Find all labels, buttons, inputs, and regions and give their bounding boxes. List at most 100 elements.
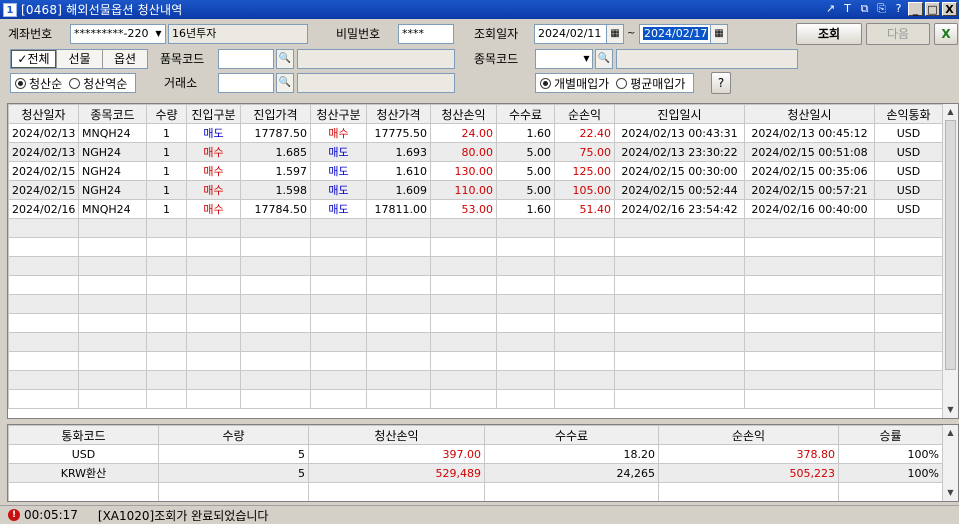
table-cell — [496, 332, 555, 352]
table-row[interactable] — [8, 237, 943, 257]
minimize-icon[interactable]: _ — [908, 2, 923, 16]
search-icon[interactable]: 🔍 — [276, 73, 294, 93]
table-cell — [310, 294, 367, 314]
help-icon[interactable]: ? — [891, 2, 906, 16]
table-row[interactable]: 2024/02/15 NGH24 1 매수 1.598 매도 1.609 110.00 5.00… — [8, 180, 943, 200]
column-header[interactable]: 순손익 — [554, 104, 615, 124]
table-cell: 1.597 — [240, 161, 311, 181]
column-header[interactable]: 청산손익 — [430, 104, 497, 124]
text-icon[interactable]: T — [840, 2, 855, 16]
copy-window-icon[interactable]: ⧉ — [857, 2, 872, 16]
table-cell — [496, 370, 555, 390]
help-button[interactable]: ? — [711, 72, 731, 94]
segment-options[interactable]: 옵션 — [103, 50, 147, 68]
summary-row[interactable] — [8, 482, 943, 501]
chevron-down-icon[interactable]: ▼ — [580, 50, 593, 68]
column-header[interactable]: 수수료 — [484, 425, 659, 445]
link-icon[interactable]: ↗ — [823, 2, 838, 16]
chevron-down-icon[interactable]: ▼ — [152, 25, 165, 43]
table-row[interactable] — [8, 351, 943, 371]
table-row[interactable]: 2024/02/16 MNQH24 1 매수 17784.50 매도 17811.00 53.… — [8, 199, 943, 219]
query-button[interactable]: 조회 — [796, 23, 862, 45]
password-field[interactable]: **** — [398, 24, 454, 44]
radio-close-desc[interactable] — [69, 77, 81, 89]
column-header[interactable]: 통화코드 — [8, 425, 159, 445]
segment-futures[interactable]: 선물 — [57, 50, 103, 68]
status-bar: ! 00:05:17 [XA1020]조회가 완료되었습니다 — [0, 505, 959, 524]
column-header[interactable]: 손익통화 — [874, 104, 943, 124]
scroll-down-icon[interactable]: ▼ — [943, 402, 958, 417]
summary-row[interactable]: KRW환산 5 529,489 24,265 505,223 100% — [8, 463, 943, 483]
table-cell: 매도 — [186, 123, 241, 143]
table-cell — [554, 332, 615, 352]
table-cell: 2024/02/15 00:52:44 — [614, 180, 745, 200]
grid-scrollbar[interactable]: ▲ ▼ — [942, 104, 958, 418]
table-row[interactable] — [8, 275, 943, 295]
maximize-icon[interactable]: □ — [925, 2, 940, 16]
column-header[interactable]: 청산손익 — [308, 425, 485, 445]
table-cell — [554, 313, 615, 333]
table-row[interactable] — [8, 389, 943, 409]
close-icon[interactable]: X — [942, 2, 957, 16]
table-row[interactable] — [8, 313, 943, 333]
table-row[interactable]: 2024/02/13 MNQH24 1 매도 17787.50 매수 17775.50 24.… — [8, 123, 943, 143]
summary-row[interactable]: USD 5 397.00 18.20 378.80 100% — [8, 444, 943, 464]
column-header[interactable]: 진입구분 — [186, 104, 241, 124]
table-row[interactable]: 2024/02/13 NGH24 1 매수 1.685 매도 1.693 80.00 5.00 7… — [8, 142, 943, 162]
table-cell: 1.685 — [240, 142, 311, 162]
table-cell — [614, 370, 745, 390]
summary-scrollbar[interactable]: ▲ ▼ — [942, 425, 958, 501]
column-header[interactable]: 승률 — [838, 425, 943, 445]
next-button[interactable]: 다음 — [866, 23, 930, 45]
column-header[interactable]: 청산구분 — [310, 104, 367, 124]
table-row[interactable] — [8, 256, 943, 276]
table-row[interactable]: 2024/02/15 NGH24 1 매수 1.597 매도 1.610 130.00 5.00… — [8, 161, 943, 181]
column-header[interactable]: 종목코드 — [78, 104, 147, 124]
radio-close-asc[interactable] — [15, 77, 26, 89]
column-header[interactable]: 수량 — [158, 425, 309, 445]
summary-cell: KRW환산 — [8, 463, 159, 483]
table-row[interactable] — [8, 218, 943, 238]
exchange-input[interactable] — [218, 73, 274, 93]
table-row[interactable] — [8, 370, 943, 390]
table-cell — [240, 237, 311, 257]
scroll-up-icon[interactable]: ▲ — [943, 425, 958, 440]
table-cell: 매도 — [310, 142, 367, 162]
calendar-icon[interactable]: ▦ — [710, 24, 728, 44]
item-code-input[interactable] — [218, 49, 274, 69]
column-header[interactable]: 수량 — [146, 104, 187, 124]
summary-cell — [658, 482, 839, 501]
segment-all[interactable]: ✓전체 — [11, 50, 57, 68]
table-cell — [496, 294, 555, 314]
excel-icon[interactable]: X — [934, 23, 958, 45]
clipboard-icon[interactable]: ⎘ — [874, 2, 889, 16]
table-cell — [496, 351, 555, 371]
column-header[interactable]: 청산일자 — [8, 104, 79, 124]
table-cell: 2024/02/16 00:40:00 — [744, 199, 875, 219]
column-header[interactable]: 순손익 — [658, 425, 839, 445]
scroll-up-icon[interactable]: ▲ — [943, 104, 958, 119]
column-header[interactable]: 진입일시 — [614, 104, 745, 124]
column-header[interactable]: 진입가격 — [240, 104, 311, 124]
scroll-thumb[interactable] — [945, 120, 956, 370]
table-row[interactable] — [8, 332, 943, 352]
table-cell — [240, 313, 311, 333]
table-cell: 75.00 — [554, 142, 615, 162]
table-cell — [554, 294, 615, 314]
search-icon[interactable]: 🔍 — [595, 49, 613, 69]
radio-individual-price-label: 개별매입가 — [554, 76, 610, 91]
radio-individual-price[interactable] — [540, 77, 551, 89]
calendar-icon[interactable]: ▦ — [606, 24, 624, 44]
column-header[interactable]: 청산일시 — [744, 104, 875, 124]
table-cell — [496, 256, 555, 276]
radio-average-price[interactable] — [616, 77, 628, 89]
column-header[interactable]: 수수료 — [496, 104, 555, 124]
column-header[interactable]: 청산가격 — [366, 104, 431, 124]
table-cell — [146, 218, 187, 238]
scroll-down-icon[interactable]: ▼ — [943, 485, 958, 500]
table-cell — [186, 218, 241, 238]
table-cell: 5.00 — [496, 161, 555, 181]
search-icon[interactable]: 🔍 — [276, 49, 294, 69]
table-cell: 2024/02/13 — [8, 123, 79, 143]
table-row[interactable] — [8, 294, 943, 314]
